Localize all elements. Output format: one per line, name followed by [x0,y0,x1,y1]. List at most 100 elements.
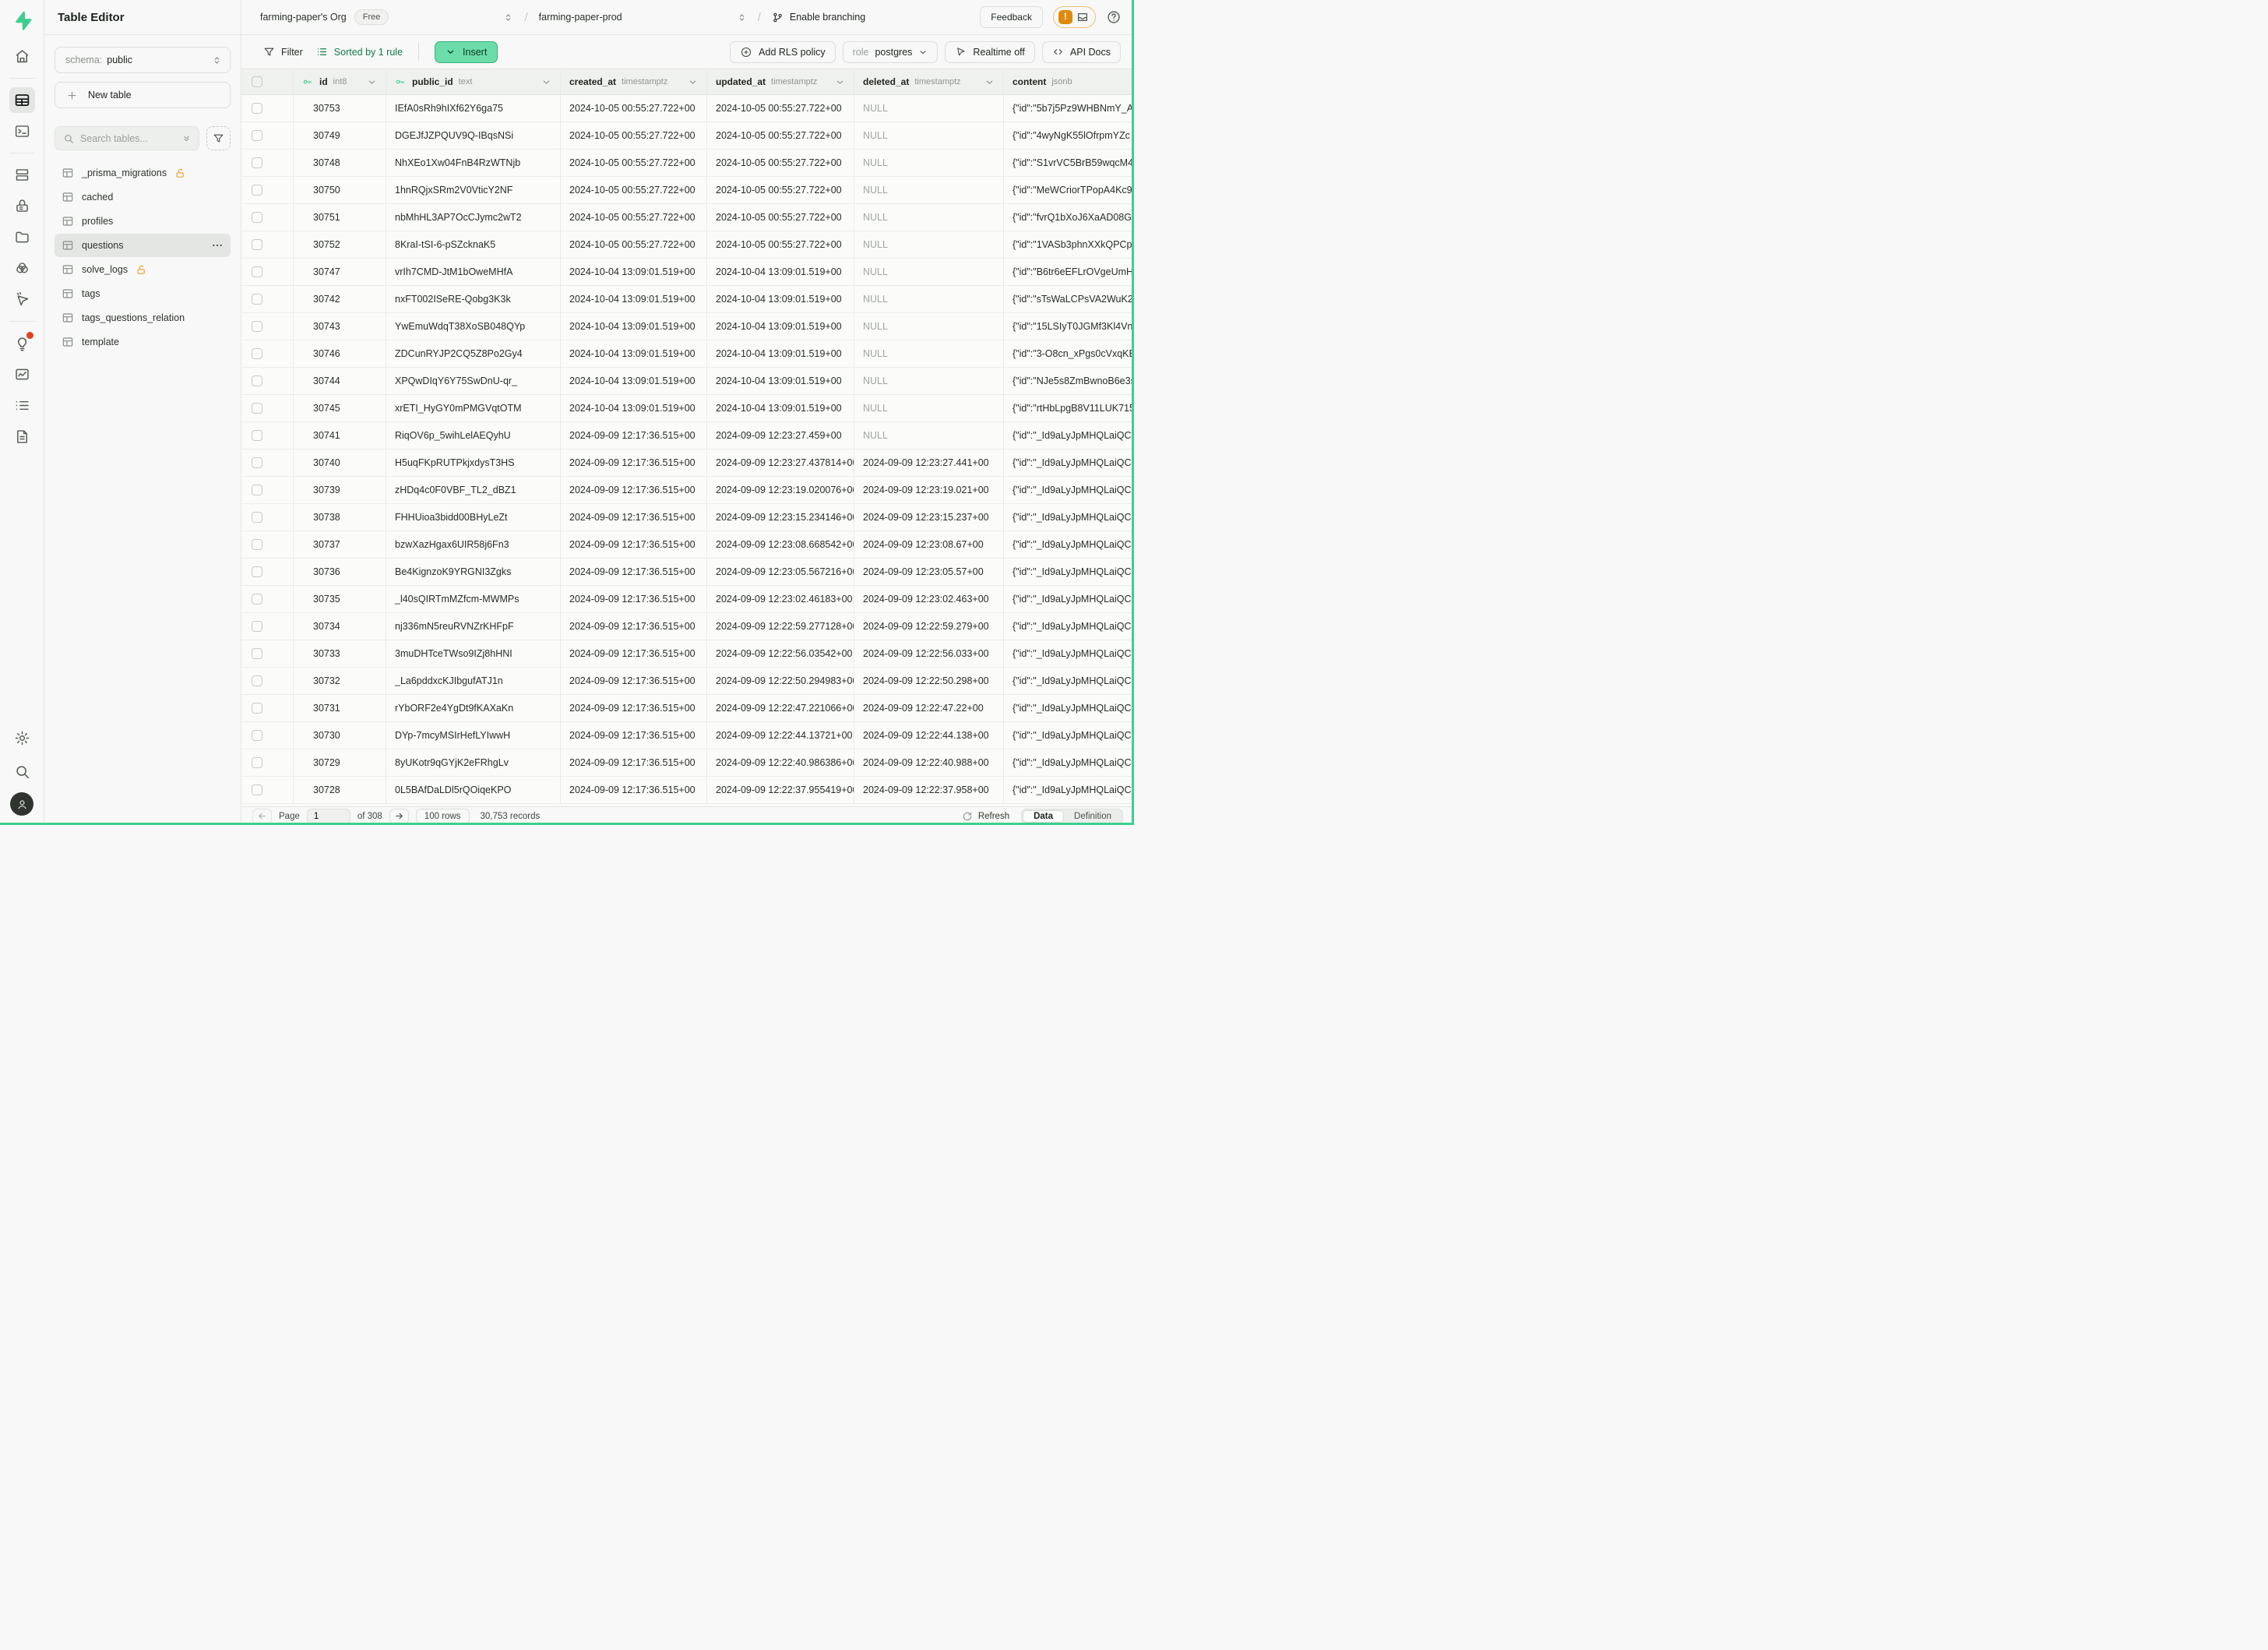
rows-per-page-button[interactable]: 100 rows [416,809,470,824]
cell-updated_at[interactable]: 2024-10-04 13:09:01.519+00 [707,259,854,285]
cell-updated_at[interactable]: 2024-09-09 12:23:27.437814+00 [707,450,854,476]
cell-updated_at[interactable]: 2024-10-05 00:55:27.722+00 [707,122,854,149]
cell-updated_at[interactable]: 2024-09-09 12:23:05.567216+00 [707,559,854,585]
cell-id[interactable]: 30752 [294,231,386,258]
nav-edge-functions[interactable] [9,287,35,312]
row-checkbox[interactable] [252,375,262,386]
user-avatar[interactable] [10,792,33,816]
nav-table-editor[interactable] [9,87,35,113]
cell-id[interactable]: 30730 [294,722,386,749]
sidebar-table-questions[interactable]: questions [55,234,231,257]
filter-tables-button[interactable] [206,126,231,150]
cell-content[interactable]: {"id":"S1vrVC5BrB59wqcM4 [1004,150,1134,176]
cell-id[interactable]: 30744 [294,368,386,394]
chevron-down-icon[interactable] [835,77,845,87]
new-table-button[interactable]: New table [55,82,231,108]
cell-id[interactable]: 30740 [294,450,386,476]
cell-updated_at[interactable]: 2024-10-05 00:55:27.722+00 [707,150,854,176]
cell-updated_at[interactable]: 2024-09-09 12:22:47.221066+00 [707,695,854,721]
cell-created_at[interactable]: 2024-10-04 13:09:01.519+00 [561,340,707,367]
row-checkbox[interactable] [252,430,262,441]
sidebar-table-template[interactable]: template [55,330,231,354]
cell-id[interactable]: 30736 [294,559,386,585]
cell-created_at[interactable]: 2024-10-04 13:09:01.519+00 [561,395,707,421]
notifications-pill[interactable]: ! [1053,6,1096,28]
role-select[interactable]: role postgres [843,41,939,63]
cell-updated_at[interactable]: 2024-09-09 12:22:44.13721+00 [707,722,854,749]
cell-id[interactable]: 30734 [294,613,386,640]
cell-created_at[interactable]: 2024-09-09 12:17:36.515+00 [561,613,707,640]
row-checkbox[interactable] [252,730,262,741]
cell-public_id[interactable]: 1hnRQjxSRm2V0VticY2NF [386,177,561,203]
column-header-id[interactable]: idint8 [294,69,386,94]
cell-created_at[interactable]: 2024-09-09 12:17:36.515+00 [561,477,707,503]
column-header-public_id[interactable]: public_idtext [386,69,561,94]
cell-content[interactable]: {"id":"rtHbLpgB8V11LUK7152 [1004,395,1134,421]
search-icon[interactable] [9,759,35,784]
chevron-down-icon[interactable] [984,77,995,87]
breadcrumb-project[interactable]: farming-paper-prod [539,12,622,23]
cell-id[interactable]: 30753 [294,95,386,122]
cell-public_id[interactable]: bzwXazHgax6UIR58j6Fn3 [386,531,561,558]
cell-public_id[interactable]: DGEJfJZPQUV9Q-IBqsNSi [386,122,561,149]
cell-id[interactable]: 30728 [294,777,386,803]
data-tab[interactable]: Data [1023,810,1064,823]
cell-updated_at[interactable]: 2024-10-05 00:55:27.722+00 [707,231,854,258]
cell-updated_at[interactable]: 2024-09-09 12:23:15.234146+00 [707,504,854,531]
cell-content[interactable]: {"id":"_Id9aLyJpMHQLaiQC [1004,450,1134,476]
search-tables-input[interactable]: Search tables... [55,126,199,150]
cell-created_at[interactable]: 2024-10-05 00:55:27.722+00 [561,122,707,149]
cell-id[interactable]: 30741 [294,422,386,449]
cell-content[interactable]: {"id":"_Id9aLyJpMHQLaiQC [1004,586,1134,612]
cell-public_id[interactable]: _La6pddxcKJIbgufATJ1n [386,668,561,694]
nav-auth[interactable] [9,193,35,219]
cell-created_at[interactable]: 2024-09-09 12:17:36.515+00 [561,749,707,776]
cell-updated_at[interactable]: 2024-09-09 12:23:19.020076+00 [707,477,854,503]
cell-public_id[interactable]: nbMhHL3AP7OcCJymc2wT2 [386,204,561,231]
cell-content[interactable]: {"id":"15LSIyT0JGMf3Kl4Vn [1004,313,1134,340]
cell-public_id[interactable]: H5uqFKpRUTPkjxdysT3HS [386,450,561,476]
cell-id[interactable]: 30731 [294,695,386,721]
chevron-down-icon[interactable] [367,77,377,87]
cell-public_id[interactable]: vrIh7CMD-JtM1bOweMHfA [386,259,561,285]
cell-updated_at[interactable]: 2024-10-05 00:55:27.722+00 [707,204,854,231]
cell-content[interactable]: {"id":"MeWCriorTPopA4Kc9 [1004,177,1134,203]
row-checkbox[interactable] [252,621,262,632]
help-icon[interactable] [1106,9,1122,25]
cell-deleted_at[interactable]: NULL [854,422,1004,449]
row-checkbox[interactable] [252,648,262,659]
cell-id[interactable]: 30743 [294,313,386,340]
column-header-content[interactable]: contentjsonb [1004,69,1134,94]
cell-content[interactable]: {"id":"1VASb3phnXXkQPCpv [1004,231,1134,258]
cell-public_id[interactable]: NhXEo1Xw04FnB4RzWTNjb [386,150,561,176]
cell-public_id[interactable]: YwEmuWdqT38XoSB048QYp [386,313,561,340]
cell-deleted_at[interactable]: NULL [854,313,1004,340]
cell-content[interactable]: {"id":"_Id9aLyJpMHQLaiQC [1004,749,1134,776]
cell-public_id[interactable]: XPQwDIqY6Y75SwDnU-qr_ [386,368,561,394]
cell-content[interactable]: {"id":"fvrQ1bXoJ6XaAD08G [1004,204,1134,231]
cell-created_at[interactable]: 2024-10-04 13:09:01.519+00 [561,286,707,312]
breadcrumb-org[interactable]: farming-paper's Org [260,12,347,23]
cell-public_id[interactable]: xrETI_HyGY0mPMGVqtOTM [386,395,561,421]
cell-updated_at[interactable]: 2024-10-05 00:55:27.722+00 [707,177,854,203]
cell-updated_at[interactable]: 2024-09-09 12:22:40.986386+00 [707,749,854,776]
cell-content[interactable]: {"id":"_Id9aLyJpMHQLaiQC [1004,613,1134,640]
column-header-updated_at[interactable]: updated_attimestamptz [707,69,854,94]
enable-branching-button[interactable]: Enable branching [772,12,865,23]
cell-created_at[interactable]: 2024-09-09 12:17:36.515+00 [561,504,707,531]
cell-id[interactable]: 30739 [294,477,386,503]
cell-updated_at[interactable]: 2024-09-09 12:23:02.46183+00 [707,586,854,612]
cell-updated_at[interactable]: 2024-09-09 12:22:56.03542+00 [707,640,854,667]
cell-deleted_at[interactable]: NULL [854,231,1004,258]
cell-created_at[interactable]: 2024-09-09 12:17:36.515+00 [561,695,707,721]
table-options-button[interactable] [211,239,224,252]
cell-deleted_at[interactable]: NULL [854,150,1004,176]
cell-id[interactable]: 30737 [294,531,386,558]
row-checkbox[interactable] [252,294,262,305]
cell-deleted_at[interactable]: 2024-09-09 12:23:19.021+00 [854,477,1004,503]
cell-created_at[interactable]: 2024-09-09 12:17:36.515+00 [561,668,707,694]
cell-deleted_at[interactable]: 2024-09-09 12:23:27.441+00 [854,450,1004,476]
cell-id[interactable]: 30742 [294,286,386,312]
cell-id[interactable]: 30733 [294,640,386,667]
cell-deleted_at[interactable]: NULL [854,259,1004,285]
